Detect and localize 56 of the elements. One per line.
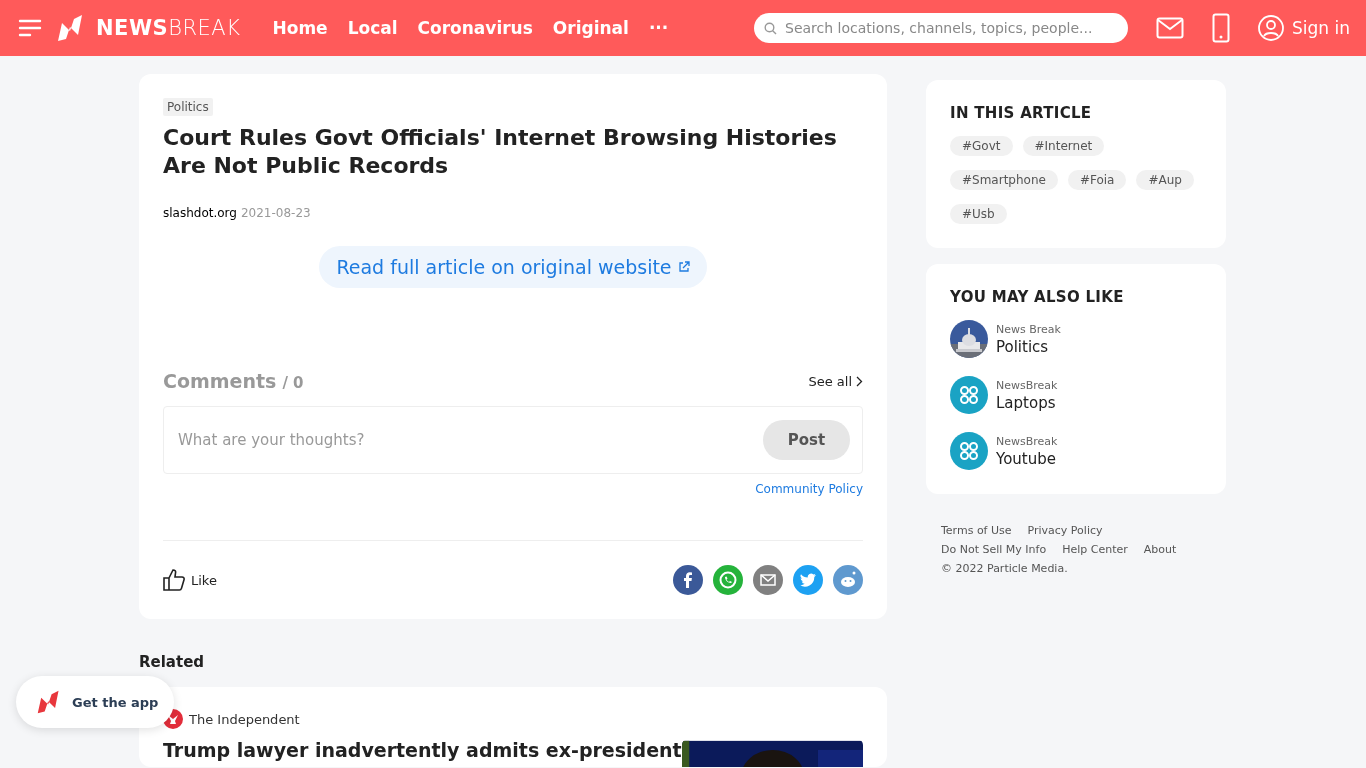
mail-icon	[760, 574, 776, 586]
footer-link[interactable]: Do Not Sell My Info	[941, 543, 1047, 556]
copyright-text: © 2022 Particle Media.	[941, 562, 1069, 575]
article-date: 2021-08-23	[240, 206, 311, 220]
footer-link[interactable]: Terms of Use	[941, 524, 1012, 537]
search-field[interactable]: Search locations, channels, topics, people...	[754, 13, 1128, 43]
user-icon	[1258, 15, 1284, 41]
channel-source: NewsBreak	[996, 378, 1058, 392]
chevron-icon	[856, 375, 863, 387]
alien-icon	[838, 571, 858, 589]
like-button[interactable]: Like	[163, 569, 217, 591]
channel-name[interactable]: Youtube	[996, 449, 1058, 468]
see-all-link[interactable]: See all	[808, 373, 863, 389]
share-button[interactable]	[793, 565, 823, 595]
footer-link[interactable]: About	[1143, 543, 1177, 556]
grid-icon	[950, 432, 988, 470]
topic-tag[interactable]: #Smartphone	[950, 170, 1058, 190]
get-app-button[interactable]: Get the app	[16, 676, 175, 728]
post-button[interactable]: Post	[763, 420, 850, 460]
share-button[interactable]	[833, 565, 863, 595]
share-button[interactable]	[673, 565, 703, 595]
phone-icon[interactable]	[1212, 13, 1230, 43]
menu-icon[interactable]	[18, 19, 42, 37]
comments-heading: Comments	[163, 370, 277, 392]
community-policy-link[interactable]: Community Policy	[755, 482, 863, 496]
topic-tag[interactable]: #Foia	[1067, 170, 1127, 190]
channel-source: NewsBreak	[996, 434, 1058, 448]
channel-name[interactable]: Politics	[996, 337, 1061, 356]
footer-link[interactable]: Privacy Policy	[1027, 524, 1103, 537]
related-heading: Related	[139, 653, 206, 671]
footer-link[interactable]: Help Center	[1062, 543, 1128, 556]
related-headline[interactable]: Trump lawyer inadvertently admits ex-president	[163, 739, 682, 761]
comment-count: / 0	[282, 374, 304, 392]
external-link-icon	[677, 261, 690, 273]
whatsapp-icon	[718, 570, 738, 590]
channel-name[interactable]: Laptops	[996, 393, 1058, 412]
facebook-icon	[681, 572, 695, 588]
section-heading: YOU MAY ALSO LIKE	[950, 288, 1125, 306]
read-full-article-button[interactable]: Read full article on original website	[319, 246, 707, 288]
channel-source: News Break	[996, 322, 1061, 336]
comment-box[interactable]: What are your thoughts? Post	[163, 406, 863, 474]
section-heading: IN THIS ARTICLE	[950, 104, 1093, 122]
mail-icon[interactable]	[1156, 17, 1184, 39]
topic-tag[interactable]: #Govt	[950, 136, 1013, 156]
article-title: Court Rules Govt Officials' Internet Browsing Histories Are Not Public Records	[163, 124, 838, 180]
topic-tag[interactable]: #Aup	[1136, 170, 1194, 190]
topic-tag[interactable]: #Internet	[1022, 136, 1105, 156]
topic-tag[interactable]: #Usb	[950, 204, 1007, 224]
thumbs-up-icon	[163, 569, 185, 591]
share-button[interactable]	[753, 565, 783, 595]
source-name: slashdot.org	[163, 206, 237, 220]
bird-icon	[800, 573, 816, 587]
source-name: The Independent	[189, 711, 300, 727]
search-icon	[764, 21, 777, 35]
grid-icon	[950, 376, 988, 414]
category-tag: Politics	[163, 98, 213, 116]
